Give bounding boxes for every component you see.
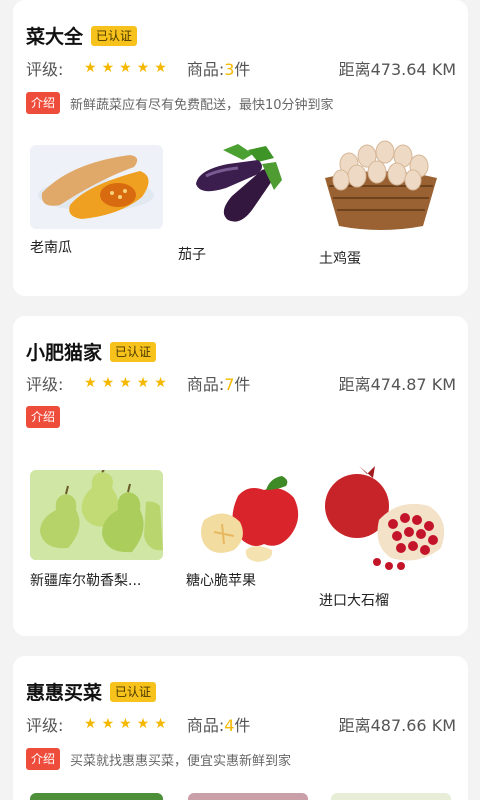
goods-count: 商品:7件 xyxy=(186,375,251,394)
product-item[interactable]: 茄子 xyxy=(178,140,313,270)
star-icon: ★ xyxy=(101,375,115,391)
product-name: 进口大石榴 xyxy=(319,593,389,609)
distance: 距离473.64 KM xyxy=(338,60,456,79)
product-image-apple xyxy=(186,474,306,564)
product-image-pumpkin xyxy=(30,145,163,229)
star-icon: ★ xyxy=(154,375,167,391)
star-icon: ★ xyxy=(84,716,97,732)
product-image-partial[interactable] xyxy=(331,793,451,800)
star-icon: ★ xyxy=(84,375,97,391)
product-name: 糖心脆苹果 xyxy=(186,573,256,589)
product-item[interactable]: 进口大石榴 xyxy=(319,462,454,612)
product-image-eggs xyxy=(319,134,444,234)
product-item[interactable]: 糖心脆苹果 xyxy=(186,474,321,604)
star-icon: ★ xyxy=(119,716,132,732)
verified-badge: 已认证 xyxy=(91,25,138,46)
verified-badge: 已认证 xyxy=(110,341,157,362)
intro-text: 新鲜蔬菜应有尽有免费配送，最快10分钟到家 xyxy=(70,97,334,113)
star-icon: ★ xyxy=(119,375,132,391)
star-icon: ★ xyxy=(154,716,167,732)
rating-stars: ★ ★ ★ ★ ★ xyxy=(84,716,167,732)
rating-stars: ★ ★ ★ ★ ★ xyxy=(84,375,167,391)
distance: 距离474.87 KM xyxy=(338,375,456,394)
rating-label: 评级: xyxy=(26,375,64,394)
rating-stars: ★ ★ ★ ★ ★ xyxy=(84,60,167,76)
star-icon: ★ xyxy=(119,60,132,76)
intro-tag: 介绍 xyxy=(26,406,61,428)
star-icon: ★ xyxy=(101,60,115,76)
star-icon: ★ xyxy=(136,716,150,732)
product-name: 老南瓜 xyxy=(30,240,72,256)
product-name: 茄子 xyxy=(178,247,206,263)
shop-card[interactable]: 菜大全 已认证 评级: ★ ★ ★ ★ ★ 商品:3件 距离473.64 KM 介绍 新… xyxy=(13,0,468,296)
goods-count: 商品:4件 xyxy=(186,716,251,735)
shop-card[interactable]: 惠惠买菜 已认证 评级: ★ ★ ★ ★ ★ 商品:4件 距离487.66 KM 介绍 … xyxy=(13,656,468,800)
star-icon: ★ xyxy=(154,60,167,76)
product-item[interactable]: 土鸡蛋 xyxy=(319,134,454,274)
distance: 距离487.66 KM xyxy=(338,716,456,735)
star-icon: ★ xyxy=(101,716,115,732)
shop-name[interactable]: 小肥猫家 xyxy=(26,338,102,365)
star-icon: ★ xyxy=(136,375,150,391)
shop-card[interactable]: 小肥猫家 已认证 评级: ★ ★ ★ ★ ★ 商品:7件 距离474.87 KM 介绍 … xyxy=(13,316,468,636)
verified-badge: 已认证 xyxy=(110,681,157,702)
rating-label: 评级: xyxy=(26,716,64,735)
intro-tag: 介绍 xyxy=(26,748,61,770)
product-name: 土鸡蛋 xyxy=(319,251,361,267)
product-item[interactable]: 新疆库尔勒香梨... xyxy=(30,470,165,600)
shop-name[interactable]: 菜大全 xyxy=(26,22,83,49)
product-image-partial[interactable] xyxy=(188,793,308,800)
product-image-pomegranate xyxy=(319,462,454,574)
intro-tag: 介绍 xyxy=(26,92,61,114)
product-image-partial[interactable] xyxy=(30,793,163,800)
goods-count: 商品:3件 xyxy=(186,60,251,79)
rating-label: 评级: xyxy=(26,60,64,79)
intro-text: 买菜就找惠惠买菜，便宜实惠新鲜到家 xyxy=(70,753,292,769)
star-icon: ★ xyxy=(84,60,97,76)
product-name: 新疆库尔勒香梨... xyxy=(30,573,142,589)
shop-name[interactable]: 惠惠买菜 xyxy=(26,678,102,705)
product-image-eggplant xyxy=(178,140,308,230)
product-item[interactable]: 老南瓜 xyxy=(30,145,165,275)
star-icon: ★ xyxy=(136,60,150,76)
product-image-pears xyxy=(30,470,163,560)
